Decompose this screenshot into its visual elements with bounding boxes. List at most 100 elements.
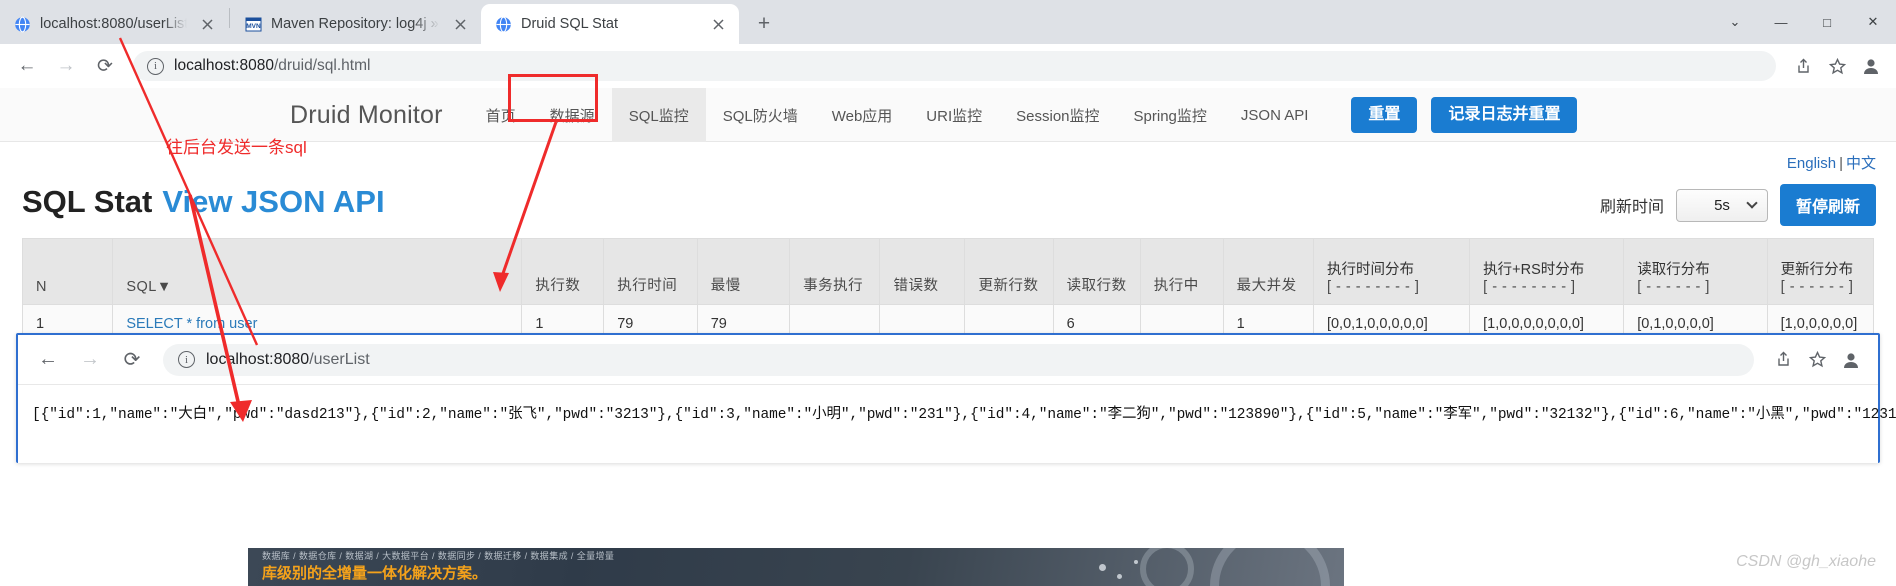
watermark: CSDN @gh_xiaohe xyxy=(1736,553,1876,570)
nav-item-uri-monitor[interactable]: URI监控 xyxy=(909,88,999,142)
druid-brand: Druid Monitor xyxy=(290,100,443,129)
overlay-reload-icon[interactable]: ⟳ xyxy=(114,342,150,378)
lang-english[interactable]: English xyxy=(1787,155,1836,172)
log-and-reset-button[interactable]: 记录日志并重置 xyxy=(1431,97,1578,133)
table-header-row: N SQL▼ 执行数 执行时间 最慢 事务执行 错误数 更新行数 读取行数 执行… xyxy=(21,238,1875,305)
browser-tab-3[interactable]: Druid SQL Stat xyxy=(481,4,739,44)
refresh-interval-select[interactable]: 5s xyxy=(1675,188,1768,222)
th-error-count-l2: 错误数 xyxy=(893,278,939,294)
site-info-icon[interactable]: i xyxy=(147,57,164,75)
th-fetch-row-histogram-l1: 读取行分布 xyxy=(1637,262,1710,278)
svg-text:MVN: MVN xyxy=(246,23,261,30)
th-exec-rs-histogram[interactable]: 执行+RS时分布[ - - - - - - - - ] xyxy=(1469,238,1625,305)
th-update-rows[interactable]: 更新行数 xyxy=(964,238,1054,305)
refresh-label: 刷新时间 xyxy=(1599,199,1664,216)
nav-item-datasource[interactable]: 数据源 xyxy=(533,88,612,142)
browser-tab-1-title: localhost:8080/userList xyxy=(40,16,187,32)
banner-gear-decoration xyxy=(1210,548,1330,586)
maven-icon: MVN xyxy=(245,16,262,33)
th-exec-time-histogram[interactable]: 执行时间分布[ - - - - - - - - ] xyxy=(1312,238,1471,305)
banner-main-text: 库级别的全增量一体化解决方案。 xyxy=(262,565,488,582)
th-tx-exec[interactable]: 事务执行 xyxy=(789,238,881,305)
nav-item-web-app[interactable]: Web应用 xyxy=(815,88,910,142)
th-sql[interactable]: SQL▼ xyxy=(112,238,523,305)
view-json-api-link[interactable]: View JSON API xyxy=(152,184,384,219)
overlay-browser-window: ← → ⟳ i localhost:8080/userList [{"id":1… xyxy=(16,333,1896,463)
browser-tab-3-title: Druid SQL Stat xyxy=(521,16,618,32)
th-fetch-row-histogram[interactable]: 读取行分布[ - - - - - - ] xyxy=(1623,238,1768,305)
nav-item-sql-monitor[interactable]: SQL监控 xyxy=(611,88,706,142)
th-n[interactable]: N xyxy=(21,238,114,305)
th-running-l2: 执行中 xyxy=(1153,278,1199,294)
close-icon[interactable] xyxy=(707,13,729,35)
address-bar[interactable]: i localhost:8080/druid/sql.html xyxy=(133,51,1776,81)
overlay-star-icon[interactable] xyxy=(1802,345,1832,375)
browser-tab-2[interactable]: MVN Maven Repository: log4j » log4 xyxy=(231,4,481,44)
forward-icon[interactable]: → xyxy=(49,49,83,83)
globe-icon xyxy=(495,16,512,33)
banner-top-text: 数据库 / 数据仓库 / 数据湖 / 大数据平台 / 数据同步 / 数据迁移 /… xyxy=(262,551,615,561)
th-error-count[interactable]: 错误数 xyxy=(879,238,966,305)
banner-dot xyxy=(1099,564,1106,571)
th-max-concurrent[interactable]: 最大并发 xyxy=(1222,238,1314,305)
nav-item-spring-monitor[interactable]: Spring监控 xyxy=(1117,88,1224,142)
new-tab-button[interactable]: + xyxy=(747,7,781,41)
lang-chinese[interactable]: 中文 xyxy=(1846,155,1876,172)
th-fetch-rows[interactable]: 读取行数 xyxy=(1052,238,1141,305)
druid-navbar: Druid Monitor 首页 数据源 SQL监控 SQL防火墙 Web应用 … xyxy=(0,88,1896,142)
overlay-forward-icon[interactable]: → xyxy=(72,342,108,378)
tab-search-icon[interactable]: ⌄ xyxy=(1712,0,1758,44)
lang-separator: | xyxy=(1839,155,1843,172)
th-running[interactable]: 执行中 xyxy=(1139,238,1224,305)
share-icon[interactable] xyxy=(1788,51,1818,81)
th-update-row-histogram-l1: 更新行分布 xyxy=(1780,262,1854,278)
nav-item-home[interactable]: 首页 xyxy=(469,88,533,142)
overlay-toolbar: ← → ⟳ i localhost:8080/userList xyxy=(18,335,1878,385)
page-title: SQL Stat View JSON API xyxy=(22,184,385,220)
window-close-icon[interactable]: ✕ xyxy=(1850,0,1896,44)
overlay-back-icon[interactable]: ← xyxy=(30,342,66,378)
nav-item-json-api[interactable]: JSON API xyxy=(1224,88,1326,142)
th-exec-count-l2: 执行数 xyxy=(535,278,581,294)
th-slowest-l2: 最慢 xyxy=(710,278,741,294)
browser-tab-1[interactable]: localhost:8080/userList xyxy=(0,4,228,44)
overlay-share-icon[interactable] xyxy=(1768,345,1798,375)
reload-icon[interactable]: ⟳ xyxy=(88,49,122,83)
th-update-rows-l2: 更新行数 xyxy=(978,278,1039,294)
maximize-icon[interactable]: □ xyxy=(1804,0,1850,44)
nav-item-sql-firewall[interactable]: SQL防火墙 xyxy=(706,88,815,142)
overlay-address-bar[interactable]: i localhost:8080/userList xyxy=(163,343,1754,376)
language-switcher: English | 中文 xyxy=(1787,152,1876,173)
overlay-profile-icon[interactable] xyxy=(1836,345,1866,375)
window-controls: ⌄ — □ ✕ xyxy=(1712,0,1896,44)
close-icon[interactable] xyxy=(449,13,471,35)
url-path: /druid/sql.html xyxy=(273,57,371,74)
banner-dot xyxy=(1134,560,1138,564)
back-icon[interactable]: ← xyxy=(10,49,44,83)
sql-link[interactable]: SELECT * from user xyxy=(126,316,257,332)
banner-gear-decoration-small xyxy=(1140,548,1194,586)
close-icon[interactable] xyxy=(196,13,218,35)
pause-refresh-button[interactable]: 暂停刷新 xyxy=(1779,184,1876,226)
refresh-interval-value: 5s xyxy=(1714,196,1730,214)
nav-item-session-monitor[interactable]: Session监控 xyxy=(999,88,1116,142)
th-fetch-rows-l2: 读取行数 xyxy=(1066,278,1127,294)
th-exec-count[interactable]: 执行数 xyxy=(521,238,605,305)
th-slowest[interactable]: 最慢 xyxy=(696,238,791,305)
reset-button[interactable]: 重置 xyxy=(1351,97,1418,133)
th-exec-time-l2: 执行时间 xyxy=(617,278,678,294)
star-icon[interactable] xyxy=(1822,51,1852,81)
banner-dot xyxy=(1117,574,1122,579)
profile-icon[interactable] xyxy=(1856,51,1886,81)
overlay-site-info-icon[interactable]: i xyxy=(178,351,195,368)
bottom-banner-ad[interactable]: 数据库 / 数据仓库 / 数据湖 / 大数据平台 / 数据同步 / 数据迁移 /… xyxy=(248,548,1344,586)
th-max-concurrent-l2: 最大并发 xyxy=(1236,278,1297,294)
th-update-row-histogram[interactable]: 更新行分布[ - - - - - - ] xyxy=(1766,238,1875,305)
browser-toolbar: ← → ⟳ i localhost:8080/druid/sql.html xyxy=(0,44,1896,88)
json-response-text: [{"id":1,"name":"大白","pwd":"dasd213"},{"… xyxy=(32,407,1896,423)
th-exec-time[interactable]: 执行时间 xyxy=(603,238,698,305)
minimize-icon[interactable]: — xyxy=(1758,0,1804,44)
th-exec-rs-histogram-l2: [ - - - - - - - - ] xyxy=(1483,279,1576,295)
th-n-l2: N xyxy=(36,279,47,295)
sql-stat-table: N SQL▼ 执行数 执行时间 最慢 事务执行 错误数 更新行数 读取行数 执行… xyxy=(21,238,1875,344)
